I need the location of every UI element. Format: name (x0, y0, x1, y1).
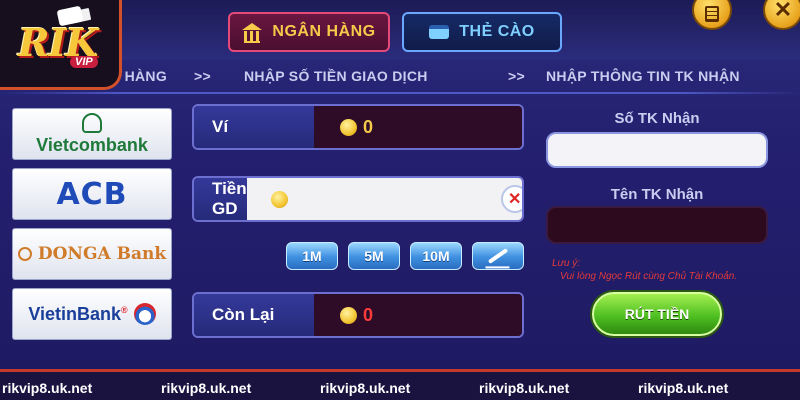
logo-sub: VIP (70, 56, 98, 68)
vietinbank-logo (133, 303, 156, 325)
card-icon (429, 25, 450, 39)
tab-bank-label: NGÂN HÀNG (272, 23, 376, 40)
account-name-input[interactable] (546, 206, 768, 244)
step-arrow: >> (508, 68, 525, 84)
step-recipient: NHẬP THÔNG TIN TK NHẬN (546, 68, 740, 84)
watermark-strip: rikvip8.uk.net rikvip8.uk.net rikvip8.uk… (0, 375, 800, 400)
close-icon: ✕ (507, 191, 522, 208)
account-number-label: Số TK Nhận (614, 110, 700, 127)
document-icon (705, 6, 719, 22)
quick-amount-1m-button[interactable]: 1M (286, 242, 338, 270)
watermark-text: rikvip8.uk.net (2, 380, 93, 396)
watermark-text: rikvip8.uk.net (638, 380, 729, 396)
account-name-label: Tên TK Nhận (610, 186, 704, 203)
vietcombank-logo (82, 112, 102, 133)
step-amount: NHẬP SỐ TIỀN GIAO DỊCH (244, 68, 428, 84)
remaining-row: Còn Lại 0 (192, 292, 524, 338)
withdraw-button[interactable]: RÚT TIỀN (592, 292, 722, 336)
bank-icon (242, 23, 263, 43)
rikvip-logo: RIK VIP (0, 0, 122, 90)
watermark-text: rikvip8.uk.net (161, 380, 252, 396)
donga-logo (17, 247, 32, 261)
bank-option-vietinbank[interactable]: VietinBank ® (12, 288, 172, 340)
pencil-icon (487, 248, 509, 264)
bank-option-donga[interactable]: DONGA Bank (12, 228, 172, 280)
watermark-text: rikvip8.uk.net (320, 380, 411, 396)
bank-name-mark: ® (121, 305, 128, 315)
tab-bank[interactable]: NGÂN HÀNG (228, 12, 390, 52)
amount-row: Tiền GD ✕ (192, 176, 524, 222)
account-number-input[interactable] (546, 132, 768, 168)
bank-option-vietcombank[interactable]: Vietcombank (12, 108, 172, 160)
wallet-row: Ví 0 (192, 104, 524, 150)
clear-amount-button[interactable]: ✕ (500, 185, 522, 213)
step-arrow: >> (194, 68, 211, 84)
divider (0, 92, 800, 94)
watermark-text: rikvip8.uk.net (479, 380, 570, 396)
bank-name: VietinBank (28, 303, 122, 324)
close-icon: ✕ (773, 0, 793, 22)
bank-name: DONGA Bank (37, 244, 167, 264)
wallet-value-box: 0 (314, 106, 522, 148)
amount-value-box: ✕ (246, 178, 522, 220)
wallet-label: Ví (194, 106, 314, 148)
amount-input[interactable] (293, 190, 501, 208)
tab-card[interactable]: THẺ CÀO (402, 12, 562, 52)
remaining-label: Còn Lại (194, 294, 314, 336)
note-title: Lưu ý: (552, 258, 581, 269)
bank-name: Vietcombank (36, 134, 148, 155)
bank-name: ACB (56, 176, 128, 212)
amount-label: Tiền GD (194, 178, 247, 220)
wallet-value: 0 (363, 116, 374, 137)
remaining-value-box: 0 (314, 294, 522, 336)
bank-option-acb[interactable]: ACB (12, 168, 172, 220)
coin-icon (270, 190, 288, 208)
coin-icon (340, 118, 357, 136)
edit-amount-button[interactable] (472, 242, 524, 270)
quick-amount-10m-button[interactable]: 10M (410, 242, 462, 270)
tab-card-label: THẺ CÀO (459, 23, 535, 40)
quick-amount-5m-button[interactable]: 5M (348, 242, 400, 270)
coin-icon (340, 306, 357, 324)
note-text: Vui lòng Ngọc Rút cùng Chủ Tài Khoản. (560, 271, 738, 282)
remaining-value: 0 (363, 304, 374, 325)
